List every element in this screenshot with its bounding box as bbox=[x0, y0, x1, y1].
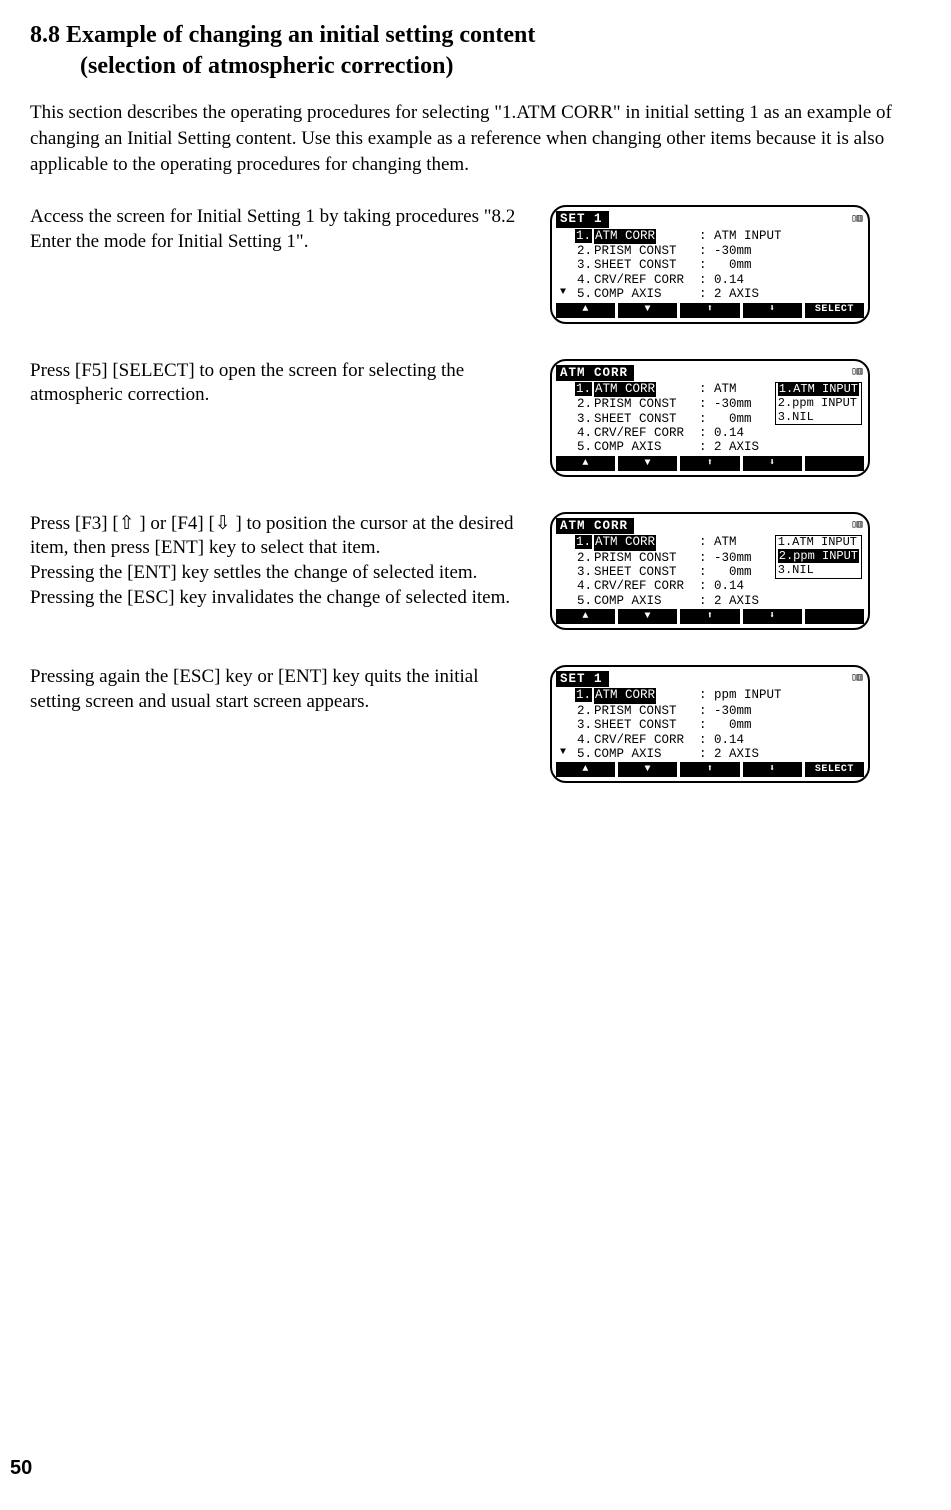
lcd-softkeys: ▲▼⬆⬇SELECT bbox=[556, 303, 864, 318]
softkey[interactable]: ⬆ bbox=[680, 609, 742, 624]
softkey[interactable]: ▼ bbox=[618, 762, 680, 777]
lcd-title: ATM CORR bbox=[556, 518, 634, 534]
softkey[interactable]: ⬆ bbox=[680, 303, 742, 318]
lcd-row: ▼5.COMP AXIS: 2 AXIS bbox=[558, 287, 862, 301]
lcd-title: SET 1 bbox=[556, 671, 609, 687]
lcd-row: 1.ATM CORR: ppm INPUT bbox=[558, 688, 862, 703]
softkey[interactable]: ▲ bbox=[556, 609, 618, 624]
lcd-screen-4: SET 1 ▯▥ 1.ATM CORR: ppm INPUT2.PRISM CO… bbox=[550, 665, 870, 783]
lcd-row: 4.CRV/REF CORR: 0.14 bbox=[558, 273, 862, 287]
softkey[interactable]: ⬇ bbox=[743, 609, 805, 624]
lcd-screen-3: ATM CORR ▯▥ 1.ATM CORR: ATM2.PRISM CONST… bbox=[550, 512, 870, 630]
softkey[interactable]: ▲ bbox=[556, 456, 618, 471]
lcd-row: 4.CRV/REF CORR: 0.14 bbox=[558, 733, 862, 747]
lcd-row: 2.PRISM CONST: -30mm bbox=[558, 704, 862, 718]
lcd-body: 1.ATM CORR: ATM2.PRISM CONST: -30mm3.SHE… bbox=[556, 535, 864, 608]
lcd-row: 1.ATM CORR: ATM INPUT bbox=[558, 229, 862, 244]
softkey[interactable]: SELECT bbox=[805, 762, 864, 777]
popup-item: 1.ATM INPUT bbox=[776, 383, 861, 397]
lcd-title: ATM CORR bbox=[556, 365, 634, 381]
lcd-screen-2: ATM CORR ▯▥ 1.ATM CORR: ATM2.PRISM CONST… bbox=[550, 359, 870, 477]
step-2-text: Press [F5] [SELECT] to open the screen f… bbox=[30, 359, 530, 408]
lcd-row: 3.SHEET CONST: 0mm bbox=[558, 718, 862, 732]
lcd-row: 5.COMP AXIS: 2 AXIS bbox=[558, 594, 862, 608]
step-4-text: Pressing again the [ESC] key or [ENT] ke… bbox=[30, 665, 530, 714]
softkey[interactable]: ⬆ bbox=[680, 456, 742, 471]
softkey[interactable]: ⬇ bbox=[743, 762, 805, 777]
battery-icon: ▯▥ bbox=[851, 673, 864, 685]
page-number: 50 bbox=[10, 1457, 32, 1480]
step-3-text: Press [F3] [⇧ ] or [F4] [⇩ ] to position… bbox=[30, 512, 530, 611]
battery-icon: ▯▥ bbox=[851, 520, 864, 532]
softkey[interactable]: SELECT bbox=[805, 303, 864, 318]
lcd-softkeys: ▲▼⬆⬇ bbox=[556, 609, 864, 624]
intro-paragraph: This section describes the operating pro… bbox=[30, 100, 921, 177]
selection-popup: 1.ATM INPUT2.ppm INPUT3.NIL bbox=[775, 382, 862, 425]
softkey[interactable]: ▲ bbox=[556, 303, 618, 318]
popup-item: 2.ppm INPUT bbox=[776, 550, 861, 564]
softkey[interactable]: ▼ bbox=[618, 303, 680, 318]
popup-item: 2.ppm INPUT bbox=[776, 397, 861, 411]
popup-item: 1.ATM INPUT bbox=[776, 536, 861, 550]
section-heading: 8.8 Example of changing an initial setti… bbox=[30, 20, 921, 82]
heading-line-2: (selection of atmospheric correction) bbox=[80, 51, 921, 82]
battery-icon: ▯▥ bbox=[851, 214, 864, 226]
battery-icon: ▯▥ bbox=[851, 367, 864, 379]
step-3: Press [F3] [⇧ ] or [F4] [⇩ ] to position… bbox=[30, 512, 921, 630]
lcd-body: 1.ATM CORR: ATM2.PRISM CONST: -30mm3.SHE… bbox=[556, 382, 864, 455]
lcd-row: 4.CRV/REF CORR: 0.14 bbox=[558, 426, 862, 440]
softkey[interactable]: ▼ bbox=[618, 609, 680, 624]
softkey[interactable]: ⬆ bbox=[680, 762, 742, 777]
popup-item: 3.NIL bbox=[776, 564, 861, 578]
softkey[interactable] bbox=[805, 609, 864, 624]
softkey[interactable]: ⬇ bbox=[743, 456, 805, 471]
lcd-softkeys: ▲▼⬆⬇ bbox=[556, 456, 864, 471]
step-3-p2: Pressing the [ENT] key settles the chang… bbox=[30, 561, 530, 610]
softkey[interactable]: ▼ bbox=[618, 456, 680, 471]
step-3-p1: Press [F3] [⇧ ] or [F4] [⇩ ] to position… bbox=[30, 512, 530, 561]
softkey[interactable]: ⬇ bbox=[743, 303, 805, 318]
lcd-title: SET 1 bbox=[556, 211, 609, 227]
lcd-row: 4.CRV/REF CORR: 0.14 bbox=[558, 579, 862, 593]
lcd-softkeys: ▲▼⬆⬇SELECT bbox=[556, 762, 864, 777]
lcd-row: ▼5.COMP AXIS: 2 AXIS bbox=[558, 747, 862, 761]
step-1-text: Access the screen for Initial Setting 1 … bbox=[30, 205, 530, 254]
step-4: Pressing again the [ESC] key or [ENT] ke… bbox=[30, 665, 921, 783]
heading-line-1: 8.8 Example of changing an initial setti… bbox=[30, 20, 921, 51]
lcd-row: 5.COMP AXIS: 2 AXIS bbox=[558, 440, 862, 454]
lcd-row: 2.PRISM CONST: -30mm bbox=[558, 244, 862, 258]
softkey[interactable]: ▲ bbox=[556, 762, 618, 777]
lcd-row: 3.SHEET CONST: 0mm bbox=[558, 258, 862, 272]
softkey[interactable] bbox=[805, 456, 864, 471]
lcd-screen-1: SET 1 ▯▥ 1.ATM CORR: ATM INPUT2.PRISM CO… bbox=[550, 205, 870, 323]
selection-popup: 1.ATM INPUT2.ppm INPUT3.NIL bbox=[775, 535, 862, 578]
popup-item: 3.NIL bbox=[776, 411, 861, 425]
lcd-body: 1.ATM CORR: ATM INPUT2.PRISM CONST: -30m… bbox=[556, 229, 864, 302]
step-1: Access the screen for Initial Setting 1 … bbox=[30, 205, 921, 323]
step-2: Press [F5] [SELECT] to open the screen f… bbox=[30, 359, 921, 477]
lcd-body: 1.ATM CORR: ppm INPUT2.PRISM CONST: -30m… bbox=[556, 688, 864, 761]
